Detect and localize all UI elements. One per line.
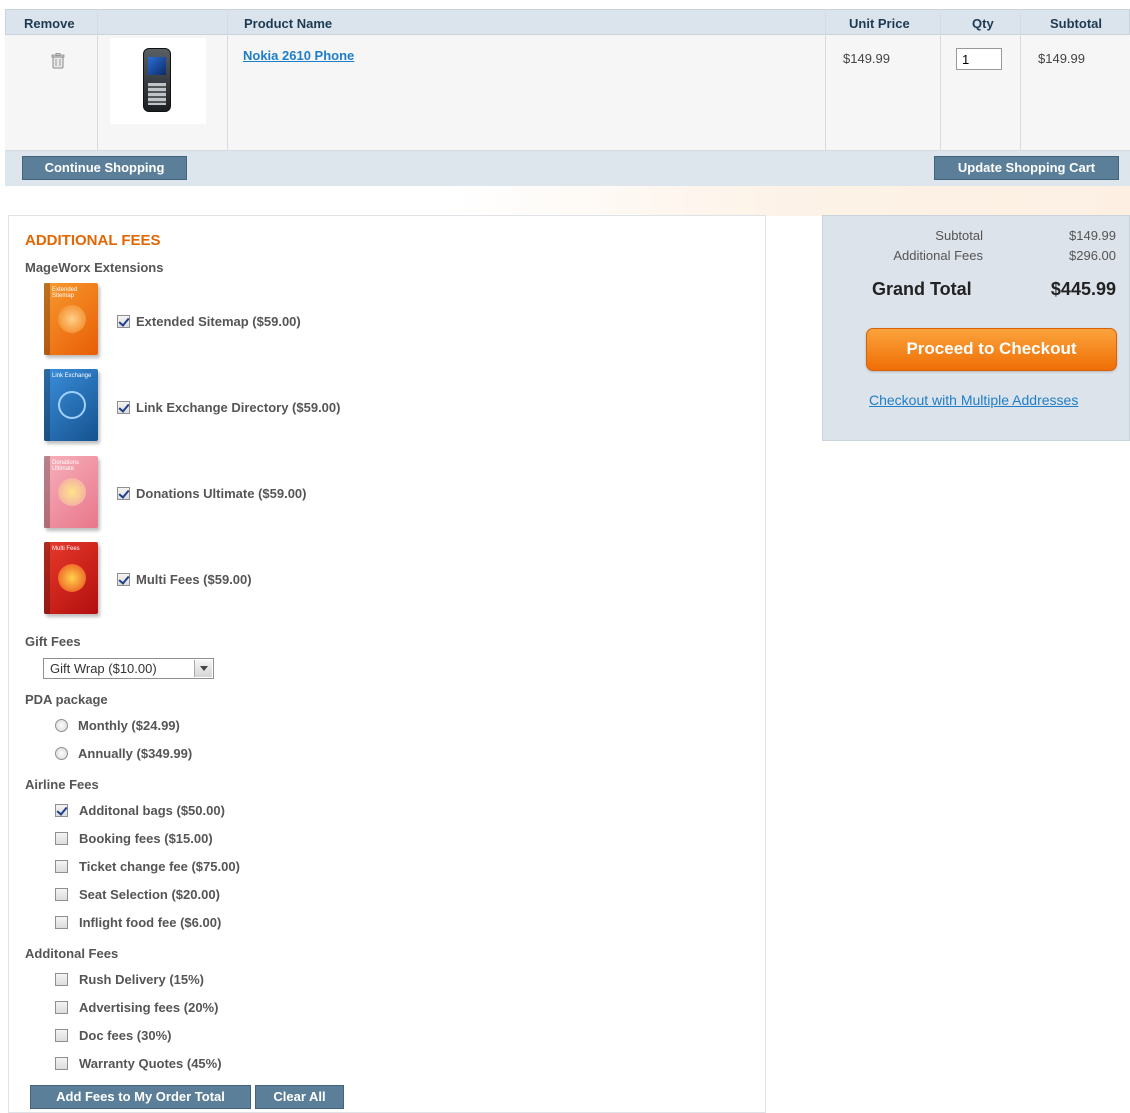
fee-label: Warranty Quotes (45%) [79,1056,222,1071]
additional-fees-amount: $296.00 [1069,248,1116,263]
header-product-name: Product Name [244,16,333,31]
totals-panel: Subtotal $149.99 Additional Fees $296.00… [822,215,1130,441]
subtotal-value: $149.99 [1038,51,1085,66]
additional-fee-option[interactable]: Warranty Quotes (45%) [55,1056,222,1071]
checkbox[interactable] [55,804,68,817]
checkbox[interactable] [117,315,130,328]
airline-fee-option[interactable]: Seat Selection ($20.00) [55,887,220,902]
extended-sitemap-box-image: Extended Sitemap [44,283,98,355]
cart-table-header: Remove Product Name Unit Price Qty Subto… [5,9,1130,35]
checkbox[interactable] [55,860,68,873]
clear-all-button[interactable]: Clear All [255,1085,344,1109]
checkbox[interactable] [55,832,68,845]
donations-box-image: Donations Ultimate [44,456,98,528]
fee-label: Doc fees (30%) [79,1028,172,1043]
pda-option-label: Annually ($349.99) [78,746,193,761]
fee-label: Ticket change fee ($75.00) [79,859,240,874]
airline-fees-title: Airline Fees [25,777,99,792]
extension-label: Donations Ultimate ($59.00) [136,486,307,501]
extensions-section-title: MageWorx Extensions [25,260,164,275]
link-exchange-box-image: Link Exchange [44,369,98,441]
checkbox[interactable] [55,973,68,986]
radio-button[interactable] [55,747,68,760]
fee-label: Booking fees ($15.00) [79,831,213,846]
gift-fees-selected: Gift Wrap ($10.00) [50,661,157,676]
checkbox[interactable] [117,487,130,500]
chevron-down-icon[interactable] [194,660,212,677]
grand-total-amount: $445.99 [1050,279,1116,299]
airline-fee-option[interactable]: Additonal bags ($50.00) [55,803,225,818]
checkbox[interactable] [55,888,68,901]
cart-table-footer: Continue Shopping Update Shopping Cart [5,151,1130,186]
additonal-fees-title: Additonal Fees [25,946,119,961]
fees-title: ADDITIONAL FEES [25,232,161,249]
checkbox[interactable] [55,1057,68,1070]
checkbox[interactable] [117,401,130,414]
extension-option[interactable]: Multi Fees ($59.00) [117,572,252,587]
extension-label: Extended Sitemap ($59.00) [136,314,301,329]
checkbox[interactable] [55,1029,68,1042]
pda-option-label: Monthly ($24.99) [78,718,180,733]
continue-shopping-button[interactable]: Continue Shopping [22,156,187,180]
additional-fees-panel: ADDITIONAL FEES MageWorx Extensions Exte… [8,215,766,1113]
add-fees-button[interactable]: Add Fees to My Order Total [30,1085,251,1109]
extension-option[interactable]: Extended Sitemap ($59.00) [117,314,301,329]
extension-option[interactable]: Link Exchange Directory ($59.00) [117,400,340,415]
column-divider [1020,9,1021,151]
airline-fee-option[interactable]: Ticket change fee ($75.00) [55,859,240,874]
checkbox[interactable] [55,916,68,929]
extension-option[interactable]: Donations Ultimate ($59.00) [117,486,307,501]
subtotal-amount: $149.99 [1069,228,1116,243]
pda-option-annually[interactable]: Annually ($349.99) [55,746,192,761]
additional-fee-option[interactable]: Rush Delivery (15%) [55,972,204,987]
update-cart-button[interactable]: Update Shopping Cart [934,156,1119,180]
fee-label: Advertising fees (20%) [79,1000,219,1015]
fee-label: Inflight food fee ($6.00) [79,915,222,930]
extension-label: Link Exchange Directory ($59.00) [136,400,341,415]
column-divider [227,9,228,151]
additional-fee-option[interactable]: Doc fees (30%) [55,1028,171,1043]
pda-package-title: PDA package [25,692,108,707]
extension-label: Multi Fees ($59.00) [136,572,252,587]
column-divider [940,9,941,151]
pda-option-monthly[interactable]: Monthly ($24.99) [55,718,180,733]
product-thumbnail[interactable] [110,38,206,124]
grand-total-label: Grand Total [872,279,972,299]
qty-input[interactable] [956,48,1002,70]
airline-fee-option[interactable]: Booking fees ($15.00) [55,831,213,846]
additional-fee-option[interactable]: Advertising fees (20%) [55,1000,218,1015]
airline-fee-option[interactable]: Inflight food fee ($6.00) [55,915,221,930]
fee-label: Rush Delivery (15%) [79,972,204,987]
header-subtotal: Subtotal [1050,16,1102,31]
subtotal-label: Subtotal [935,228,983,243]
shadow-band [0,186,1130,216]
unit-price-value: $149.99 [843,51,890,66]
additional-fees-label: Additional Fees [893,248,983,263]
phone-image [143,48,171,112]
header-qty: Qty [972,16,994,31]
fee-label: Seat Selection ($20.00) [79,887,220,902]
product-name-link[interactable]: Nokia 2610 Phone [243,48,354,63]
checkbox[interactable] [117,573,130,586]
header-unit-price: Unit Price [849,16,910,31]
trash-icon[interactable] [51,53,65,69]
proceed-to-checkout-button[interactable]: Proceed to Checkout [866,328,1117,371]
radio-button[interactable] [55,719,68,732]
checkbox[interactable] [55,1001,68,1014]
gift-fees-title: Gift Fees [25,634,81,649]
gift-fees-select[interactable]: Gift Wrap ($10.00) [43,658,214,679]
column-divider [825,9,826,151]
multi-fees-box-image: Multi Fees [44,542,98,614]
fee-label: Additonal bags ($50.00) [79,803,225,818]
column-divider [97,9,98,151]
multiple-addresses-link[interactable]: Checkout with Multiple Addresses [869,392,1078,408]
header-remove: Remove [24,16,75,31]
